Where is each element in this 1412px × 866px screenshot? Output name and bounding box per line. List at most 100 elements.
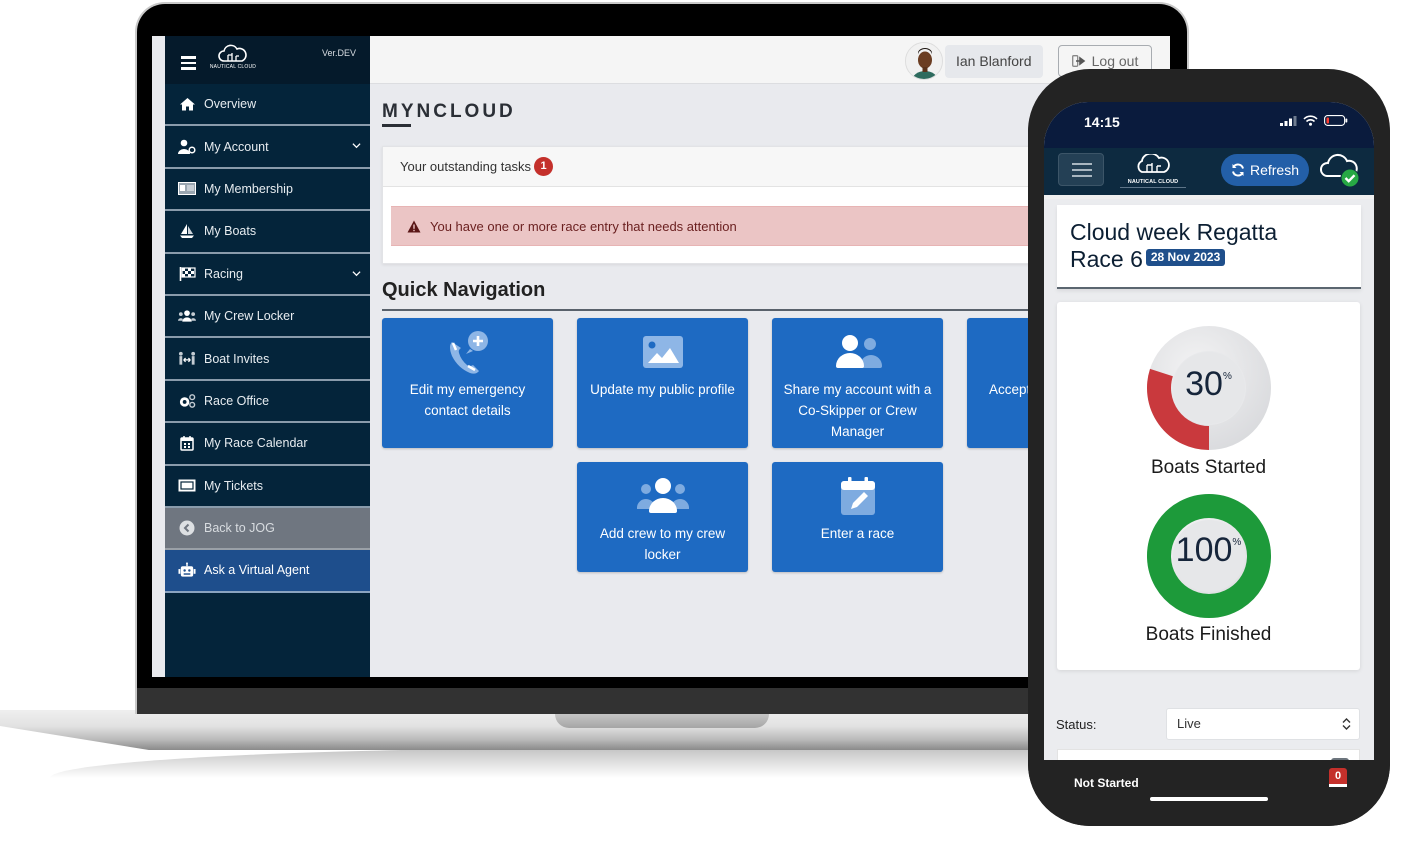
sidebar-item-overview[interactable]: Overview: [165, 84, 370, 127]
app-bar-divider: [1044, 195, 1374, 199]
calendar-icon: [178, 435, 196, 452]
warning-icon: [407, 220, 421, 232]
chevron-down-icon[interactable]: [352, 141, 361, 150]
sidebar-item-label: My Account: [204, 139, 269, 154]
phone-device: 14:15 NAUTICAL CLOUD Refresh Cloud week …: [1028, 69, 1390, 826]
tile-enter-race[interactable]: Enter a race: [772, 462, 943, 572]
tile-label: Enter a race: [820, 526, 895, 541]
sidebar-item-label: Race Office: [204, 393, 270, 408]
phone-status-bar: 14:15: [1044, 102, 1374, 148]
users-icon: [577, 472, 748, 520]
sidebar-item-label: My Tickets: [204, 478, 264, 493]
tile-label: Edit my emergency contact details: [409, 382, 526, 418]
user-cog-icon: [178, 139, 196, 155]
race-number-line: Race 6 28 Nov 2023: [1070, 246, 1277, 273]
cloud-circuit-icon: [218, 44, 247, 62]
cogs-icon: [178, 393, 196, 409]
tasks-title: Your outstanding tasks: [400, 159, 532, 174]
refresh-icon: [1232, 163, 1244, 177]
sidebar-item-label: Overview: [204, 97, 257, 112]
race-stats-card: 30% Boats Started 100% Boats Finished: [1057, 302, 1360, 670]
battery-low-icon: [1324, 115, 1348, 126]
cloud-sync-status[interactable]: [1318, 151, 1362, 189]
sidebar-item-label: Racing: [204, 266, 243, 281]
status-label: Status:: [1056, 717, 1097, 732]
menu-line: [1072, 175, 1092, 177]
alert-text: You have one or more race entry that nee…: [430, 218, 737, 234]
sidebar-item-ask-virtual-agent[interactable]: Ask a Virtual Agent: [165, 550, 370, 593]
tile-add-crew[interactable]: Add crew to my crew locker: [577, 462, 748, 572]
sidebar-item-my-membership[interactable]: My Membership: [165, 169, 370, 212]
chevron-circle-left-icon: [178, 520, 196, 536]
sidebar-item-label: My Boats: [204, 224, 257, 239]
cloud-check-icon: [1320, 153, 1360, 188]
gauge-unit: %: [1222, 371, 1232, 382]
user-avatar[interactable]: [905, 42, 943, 80]
mobile-brand-name: NAUTICAL CLOUD: [1120, 179, 1186, 188]
tile-edit-emergency-contact[interactable]: Edit my emergency contact details: [382, 318, 553, 448]
mobile-menu-button[interactable]: [1058, 153, 1104, 186]
sidebar-item-label: My Crew Locker: [204, 309, 295, 324]
sidebar-item-race-office[interactable]: Race Office: [165, 381, 370, 424]
brand-name: NAUTICAL CLOUD: [209, 64, 257, 70]
quick-navigation-title: Quick Navigation: [382, 279, 546, 301]
phone-plus-icon: [382, 328, 553, 376]
home-icon: [178, 96, 196, 112]
tile-label: Add crew to my crew locker: [599, 526, 726, 562]
boats-finished-value: 100%: [1057, 531, 1360, 570]
user-name[interactable]: Ian Blanford: [945, 45, 1043, 78]
race-date-badge: 28 Nov 2023: [1145, 249, 1226, 266]
sidebar-item-label: My Race Calendar: [204, 436, 308, 451]
users-icon: [178, 308, 196, 324]
tile-update-public-profile[interactable]: Update my public profile: [577, 318, 748, 448]
sidebar-item-label: Boat Invites: [204, 351, 270, 366]
sidebar-item-my-tickets[interactable]: My Tickets: [165, 466, 370, 508]
sidebar-item-back-to-jog[interactable]: Back to JOG: [165, 507, 370, 551]
race-name: Cloud week Regatta: [1070, 219, 1278, 245]
status-selected-value: Live: [1177, 716, 1201, 731]
sidebar-item-boat-invites[interactable]: Boat Invites: [165, 338, 370, 381]
tile-label: Share my account with a Co-Skipper or Cr…: [783, 382, 932, 439]
chevron-down-icon[interactable]: [352, 269, 361, 278]
wifi-icon: [1303, 115, 1318, 126]
people-arrows-icon: [178, 351, 196, 367]
hamburger-menu-icon[interactable]: [181, 56, 196, 70]
user-friends-icon: [772, 328, 943, 376]
tile-share-account[interactable]: Share my account with a Co-Skipper or Cr…: [772, 318, 943, 448]
select-arrows-icon: [1342, 718, 1351, 730]
race-number: Race 6: [1070, 246, 1143, 272]
tasks-count-badge: 1: [534, 157, 554, 176]
menu-line: [1072, 163, 1092, 165]
status-select[interactable]: Live: [1166, 708, 1360, 740]
sign-out-icon: [1071, 55, 1085, 67]
gauge-number: 100: [1175, 531, 1233, 569]
phone-screen: 14:15 NAUTICAL CLOUD Refresh Cloud week …: [1044, 102, 1374, 802]
version-label: Ver.DEV: [321, 48, 356, 58]
sidebar-item-racing[interactable]: Racing: [165, 254, 370, 296]
sidebar-item-my-crew-locker[interactable]: My Crew Locker: [165, 296, 370, 339]
refresh-label: Refresh: [1249, 162, 1300, 178]
boats-started-label: Boats Started: [1150, 457, 1267, 478]
refresh-button[interactable]: Refresh: [1221, 154, 1309, 186]
home-indicator[interactable]: [1150, 797, 1268, 801]
id-card-icon: [178, 181, 196, 197]
sidebar-item-label: My Membership: [204, 181, 293, 196]
robot-icon: [178, 562, 196, 578]
image-icon: [577, 328, 748, 376]
boats-started-value: 30%: [1057, 365, 1360, 404]
logout-label: Log out: [1091, 53, 1139, 69]
race-title: Cloud week Regatta Race 6 28 Nov 2023: [1070, 219, 1277, 273]
sidebar: NAUTICAL CLOUD Ver.DEV Overview My Accou…: [165, 36, 370, 677]
sidebar-header: NAUTICAL CLOUD Ver.DEV: [165, 36, 370, 84]
mobile-brand-logo[interactable]: NAUTICAL CLOUD: [1120, 152, 1186, 188]
sidebar-item-my-race-calendar[interactable]: My Race Calendar: [165, 423, 370, 466]
title-underline: [382, 124, 411, 127]
list-item-not-started-label[interactable]: Not Started: [1074, 776, 1139, 790]
nautical-cloud-logo[interactable]: NAUTICAL CLOUD: [209, 44, 257, 70]
screen-gutter: [152, 36, 165, 677]
sidebar-item-my-account[interactable]: My Account: [165, 126, 370, 169]
not-started-count-badge: 0: [1329, 768, 1347, 787]
sidebar-item-my-boats[interactable]: My Boats: [165, 211, 370, 254]
calendar-edit-icon: [772, 472, 943, 520]
checkered-flag-icon: [178, 266, 196, 282]
